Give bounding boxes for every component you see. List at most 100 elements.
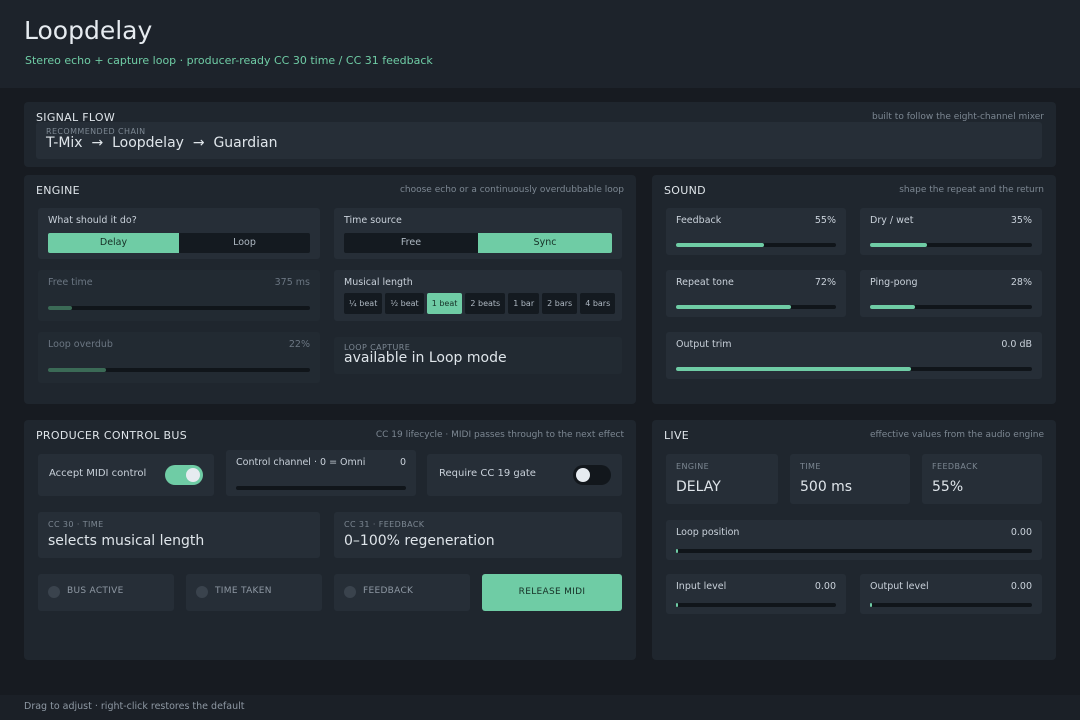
app-title: Loopdelay	[24, 16, 153, 45]
ping-pong-card: Ping-pong 28%	[860, 270, 1042, 317]
control-bus-hint: CC 19 lifecycle · MIDI passes through to…	[375, 430, 624, 440]
time-taken-indicator: TIME TAKEN	[186, 574, 322, 611]
app-header: Loopdelay Stereo echo + capture loop · p…	[0, 0, 1080, 88]
musical-length-label: Musical length	[344, 277, 413, 288]
control-channel-slider[interactable]	[236, 486, 406, 490]
live-title: LIVE	[664, 429, 690, 442]
free-time-card: Free time 375 ms	[38, 270, 320, 321]
require-gate-toggle[interactable]	[573, 465, 611, 485]
accept-midi-knob	[186, 468, 200, 482]
input-level-value: 0.00	[814, 581, 836, 592]
feedback-slider[interactable]	[676, 243, 836, 247]
output-trim-fill	[676, 367, 911, 371]
length-half-beat[interactable]: ½ beat	[385, 293, 424, 314]
sound-title: SOUND	[664, 184, 706, 197]
release-midi-button[interactable]: RELEASE MIDI	[482, 574, 622, 611]
cc30-value: selects musical length	[48, 533, 205, 549]
length-quarter-beat[interactable]: ¼ beat	[344, 293, 383, 314]
bus-active-led	[48, 586, 60, 598]
accept-midi-label: Accept MIDI control	[49, 468, 147, 479]
live-feedback-label: FEEDBACK	[932, 462, 978, 471]
ping-pong-label: Ping-pong	[870, 277, 918, 288]
time-source-sync-option[interactable]: Sync	[478, 233, 612, 253]
input-level-fill	[676, 603, 678, 607]
live-feedback-card: FEEDBACK 55%	[922, 454, 1042, 504]
time-source-selector: Free Sync	[344, 233, 612, 253]
dry-wet-fill	[870, 243, 927, 247]
cc30-card: CC 30 · TIME selects musical length	[38, 512, 320, 558]
app-subtitle: Stereo echo + capture loop · producer-re…	[25, 54, 433, 67]
musical-length-selector: ¼ beat ½ beat 1 beat 2 beats 1 bar 2 bar…	[344, 293, 616, 314]
output-trim-slider[interactable]	[676, 367, 1032, 371]
time-source-label: Time source	[344, 215, 402, 226]
live-time-value: 500 ms	[800, 479, 853, 495]
musical-length-card: Musical length ¼ beat ½ beat 1 beat 2 be…	[334, 270, 622, 321]
live-engine-value: DELAY	[676, 479, 721, 495]
output-level-card: Output level 0.00	[860, 574, 1042, 614]
mode-card: What should it do? Delay Loop	[38, 208, 320, 259]
dry-wet-card: Dry / wet 35%	[860, 208, 1042, 255]
control-channel-card: Control channel · 0 = Omni 0	[226, 450, 416, 496]
dry-wet-slider[interactable]	[870, 243, 1032, 247]
cc30-label: CC 30 · TIME	[48, 520, 104, 529]
mode-loop-option[interactable]: Loop	[179, 233, 310, 253]
time-source-card: Time source Free Sync	[334, 208, 622, 259]
feedback-led	[344, 586, 356, 598]
feedback-indicator-label: FEEDBACK	[363, 586, 414, 596]
repeat-tone-fill	[676, 305, 792, 309]
control-bus-panel: PRODUCER CONTROL BUS CC 19 lifecycle · M…	[24, 420, 636, 660]
free-time-slider[interactable]	[48, 306, 310, 310]
loop-position-fill	[676, 549, 678, 553]
status-footer: Drag to adjust · right-click restores th…	[0, 695, 1080, 720]
feedback-indicator: FEEDBACK	[334, 574, 470, 611]
signal-flow-hint: built to follow the eight-channel mixer	[872, 112, 1044, 122]
live-time-card: TIME 500 ms	[790, 454, 910, 504]
output-level-value: 0.00	[1010, 581, 1032, 592]
live-feedback-value: 55%	[932, 479, 964, 495]
live-panel: LIVE effective values from the audio eng…	[652, 420, 1056, 660]
length-1-bar[interactable]: 1 bar	[508, 293, 540, 314]
require-gate-knob	[576, 468, 590, 482]
accept-midi-toggle[interactable]	[165, 465, 203, 485]
mode-delay-option[interactable]: Delay	[48, 233, 179, 253]
cc31-value: 0–100% regeneration	[344, 533, 495, 549]
dry-wet-label: Dry / wet	[870, 215, 914, 226]
engine-title: ENGINE	[36, 184, 80, 197]
live-engine-card: ENGINE DELAY	[666, 454, 778, 504]
cc31-card: CC 31 · FEEDBACK 0–100% regeneration	[334, 512, 622, 558]
bus-active-indicator: BUS ACTIVE	[38, 574, 174, 611]
repeat-tone-slider[interactable]	[676, 305, 836, 309]
loop-overdub-slider[interactable]	[48, 368, 310, 372]
input-level-meter	[676, 603, 836, 607]
sound-hint: shape the repeat and the return	[899, 185, 1044, 195]
time-source-free-option[interactable]: Free	[344, 233, 478, 253]
ping-pong-fill	[870, 305, 916, 309]
length-4-bars[interactable]: 4 bars	[580, 293, 616, 314]
loop-capture-card: LOOP CAPTURE available in Loop mode	[334, 337, 622, 374]
bus-active-label: BUS ACTIVE	[67, 586, 124, 596]
loop-capture-value: available in Loop mode	[344, 350, 507, 366]
ping-pong-slider[interactable]	[870, 305, 1032, 309]
free-time-label: Free time	[48, 277, 93, 288]
recommended-chain-value: T-Mix → Loopdelay → Guardian	[46, 135, 278, 151]
repeat-tone-card: Repeat tone 72%	[666, 270, 846, 317]
length-2-beats[interactable]: 2 beats	[465, 293, 506, 314]
live-hint: effective values from the audio engine	[869, 430, 1044, 440]
ping-pong-value: 28%	[1010, 277, 1032, 288]
accept-midi-card: Accept MIDI control	[38, 454, 214, 496]
feedback-fill	[676, 243, 764, 247]
control-channel-label: Control channel · 0 = Omni	[236, 457, 366, 468]
length-2-bars[interactable]: 2 bars	[542, 293, 578, 314]
loop-position-meter	[676, 549, 1032, 553]
live-time-label: TIME	[800, 462, 821, 471]
output-trim-label: Output trim	[676, 339, 732, 350]
loop-position-label: Loop position	[676, 527, 740, 538]
loop-position-card: Loop position 0.00	[666, 520, 1042, 560]
feedback-label: Feedback	[676, 215, 722, 226]
engine-panel: ENGINE choose echo or a continuously ove…	[24, 175, 636, 404]
loop-position-value: 0.00	[1010, 527, 1032, 538]
length-1-beat[interactable]: 1 beat	[426, 293, 463, 314]
output-level-meter	[870, 603, 1032, 607]
sound-panel: SOUND shape the repeat and the return Fe…	[652, 175, 1056, 404]
feedback-card: Feedback 55%	[666, 208, 846, 255]
